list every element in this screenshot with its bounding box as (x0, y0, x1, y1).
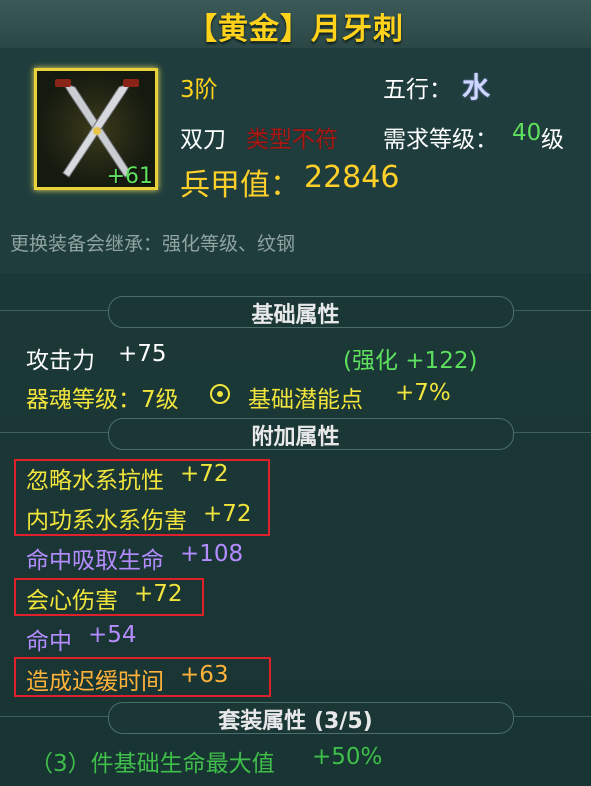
enhance-level-badge: +61 (106, 164, 153, 189)
section-title-base: 基础属性 (251, 303, 340, 328)
set-bonus-text: （3）件基础生命最大值 (30, 751, 275, 777)
soul-level: 器魂等级：7级 (26, 387, 179, 413)
highlight-box (14, 578, 204, 616)
section-header-set: 套装属性 (3/5) (0, 702, 591, 734)
section-title-set: 套装属性 (3/5) (218, 709, 373, 734)
power-value: 22846 (304, 160, 400, 195)
extra-attribute-label: 命中吸取生命 (26, 548, 164, 574)
attack-label: 攻击力 (26, 348, 95, 374)
class-restriction: 类型不符 (246, 127, 338, 153)
item-title: 【黄金】月牙刺 (187, 12, 404, 47)
section-header-base: 基础属性 (0, 296, 591, 328)
set-bonus-value: +50% (312, 744, 383, 770)
item-tier: 3阶 (180, 77, 218, 103)
power-label: 兵甲值： (180, 168, 300, 203)
title-bar: 【黄金】月牙刺 (0, 0, 591, 49)
item-tooltip: 【黄金】月牙刺 +61 3阶 五行： 水 双刀 类型不符 需求等级： 40 级 … (0, 0, 591, 786)
potential-label: 基础潜能点 (248, 387, 363, 413)
potential-value: +7% (395, 380, 451, 406)
item-icon-slot[interactable]: +61 (34, 68, 158, 190)
extra-attribute-value: +108 (180, 541, 244, 567)
level-requirement-value: 40 (512, 120, 542, 146)
level-requirement-label: 需求等级： (383, 127, 498, 153)
weapon-type: 双刀 (180, 127, 226, 153)
water-element-icon: 水 (462, 71, 491, 104)
extra-attribute-value: +54 (88, 622, 137, 648)
section-title-extra: 附加属性 (251, 425, 340, 450)
attack-value: +75 (118, 341, 167, 367)
level-requirement-unit: 级 (541, 127, 564, 153)
highlight-box (14, 459, 270, 536)
enhance-bonus: (强化 +122) (343, 348, 478, 374)
extra-attribute-label: 命中 (26, 629, 72, 655)
target-circle-icon (210, 384, 230, 404)
inherit-hint: 更换装备会继承：强化等级、纹钢 (10, 233, 296, 255)
element-label: 五行： (383, 77, 452, 103)
highlight-box (14, 657, 271, 697)
section-header-extra: 附加属性 (0, 418, 591, 450)
